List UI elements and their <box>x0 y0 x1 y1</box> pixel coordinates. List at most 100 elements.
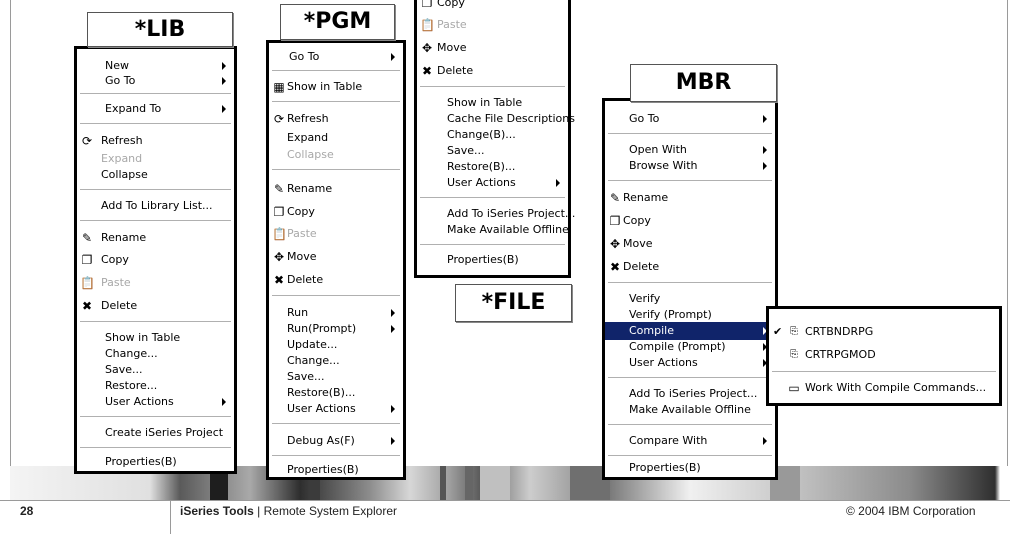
submenu-arrow-icon <box>763 162 767 170</box>
menu-separator <box>80 447 231 448</box>
file-menu-properties[interactable]: Properties(B) <box>417 251 568 269</box>
lib-context-menu: New Go To Expand To ⟳ Refresh Expand Coll… <box>74 46 237 474</box>
mbr-browse-with-label: Browse With <box>629 159 698 172</box>
compile-submenu: ✔ ⎘ CRTBNDRPG ⎘ CRTRPGMOD ▭ Work With Co… <box>766 306 1002 406</box>
file-menu-delete[interactable]: ✖ Delete <box>417 62 568 80</box>
mbr-menu-offline[interactable]: Make Available Offline <box>605 401 775 419</box>
mbr-menu-move[interactable]: ✥ Move <box>605 235 775 253</box>
submenu-arrow-icon <box>222 398 226 406</box>
move-icon: ✥ <box>273 250 285 264</box>
mbr-menu-browse-with[interactable]: Browse With <box>605 157 775 175</box>
menu-separator <box>420 197 565 198</box>
lib-delete-label: Delete <box>101 299 138 312</box>
pgm-menu-rename[interactable]: ✎ Rename <box>269 180 403 198</box>
pgm-menu-move[interactable]: ✥ Move <box>269 248 403 266</box>
lib-menu-rename[interactable]: ✎ Rename <box>77 229 234 247</box>
pgm-debug-as-label: Debug As(F) <box>287 434 355 447</box>
pgm-menu-user-actions[interactable]: User Actions <box>269 400 403 418</box>
pgm-rename-label: Rename <box>287 182 333 195</box>
submenu-work-with-compile[interactable]: ▭ Work With Compile Commands... <box>769 379 999 397</box>
mbr-menu-compare-with[interactable]: Compare With <box>605 432 775 450</box>
file-paste-label: Paste <box>437 18 467 31</box>
pgm-menu-delete[interactable]: ✖ Delete <box>269 271 403 289</box>
pgm-menu-expand[interactable]: Expand <box>269 129 403 147</box>
lib-add-to-library-list-label: Add To Library List... <box>101 199 213 212</box>
mbr-offline-label: Make Available Offline <box>629 403 751 416</box>
lib-menu-properties[interactable]: Properties(B) <box>77 453 234 471</box>
file-offline-label: Make Available Offline <box>447 223 569 236</box>
lib-copy-label: Copy <box>101 253 129 266</box>
move-icon: ✥ <box>421 41 433 55</box>
menu-separator <box>608 282 772 283</box>
pgm-menu-collapse[interactable]: Collapse <box>269 146 403 164</box>
lib-menu-refresh[interactable]: ⟳ Refresh <box>77 132 234 150</box>
pgm-menu-refresh[interactable]: ⟳ Refresh <box>269 110 403 128</box>
menu-separator <box>608 455 772 456</box>
lib-menu-create-project[interactable]: Create iSeries Project <box>77 424 234 442</box>
menu-separator <box>80 321 231 322</box>
mbr-menu-rename[interactable]: ✎ Rename <box>605 189 775 207</box>
lib-collapse-label: Collapse <box>101 168 148 181</box>
slide-left-rule <box>10 0 11 500</box>
rename-icon: ✎ <box>609 191 621 205</box>
mbr-user-actions-label: User Actions <box>629 356 698 369</box>
lib-menu-go-to[interactable]: Go To <box>77 72 234 90</box>
footer-product-rest: | Remote System Explorer <box>257 504 397 518</box>
pgm-menu-paste[interactable]: 📋 Paste <box>269 225 403 243</box>
command-icon: ⎘ <box>790 326 798 337</box>
slide-bottom-rule <box>0 500 1010 501</box>
menu-separator <box>272 169 400 170</box>
paste-icon: 📋 <box>420 18 435 32</box>
file-user-actions-label: User Actions <box>447 176 516 189</box>
file-menu-move[interactable]: ✥ Move <box>417 39 568 57</box>
refresh-icon: ⟳ <box>273 112 285 126</box>
lib-go-to-label: Go To <box>105 74 136 87</box>
mbr-go-to-label: Go To <box>629 112 660 125</box>
menu-separator <box>272 455 400 456</box>
file-copy-label: Copy <box>437 0 465 9</box>
mbr-delete-label: Delete <box>623 260 660 273</box>
delete-icon: ✖ <box>81 299 93 313</box>
pgm-menu-go-to[interactable]: Go To <box>269 48 403 66</box>
lib-menu-paste[interactable]: 📋 Paste <box>77 274 234 292</box>
menu-separator <box>608 180 772 181</box>
pgm-expand-label: Expand <box>287 131 329 144</box>
menu-separator <box>80 123 231 124</box>
submenu-crtbndrpg[interactable]: ✔ ⎘ CRTBNDRPG <box>769 323 999 341</box>
submenu-crtrpgmod[interactable]: ⎘ CRTRPGMOD <box>769 346 999 364</box>
mbr-menu-delete[interactable]: ✖ Delete <box>605 258 775 276</box>
file-menu-copy[interactable]: ❐ Copy <box>417 0 568 12</box>
mbr-label: MBR <box>630 64 777 102</box>
lib-menu-collapse[interactable]: Collapse <box>77 166 234 184</box>
lib-menu-copy[interactable]: ❐ Copy <box>77 251 234 269</box>
lib-menu-add-to-library-list[interactable]: Add To Library List... <box>77 197 234 215</box>
mbr-menu-copy[interactable]: ❐ Copy <box>605 212 775 230</box>
crtbndrpg-label: CRTBNDRPG <box>805 325 874 338</box>
lib-paste-label: Paste <box>101 276 131 289</box>
move-icon: ✥ <box>609 237 621 251</box>
lib-properties-label: Properties(B) <box>105 455 177 468</box>
pgm-delete-label: Delete <box>287 273 324 286</box>
pgm-menu-debug-as[interactable]: Debug As(F) <box>269 432 403 450</box>
lib-menu-delete[interactable]: ✖ Delete <box>77 297 234 315</box>
lib-menu-expand-to[interactable]: Expand To <box>77 100 234 118</box>
menu-separator <box>80 93 231 94</box>
checkmark-icon: ✔ <box>773 325 783 338</box>
submenu-arrow-icon <box>222 62 226 70</box>
mbr-menu-properties[interactable]: Properties(B) <box>605 459 775 477</box>
pgm-menu-properties[interactable]: Properties(B) <box>269 461 403 479</box>
menu-separator <box>772 371 996 372</box>
mbr-move-label: Move <box>623 237 653 250</box>
file-menu-paste[interactable]: 📋 Paste <box>417 16 568 34</box>
pgm-move-label: Move <box>287 250 317 263</box>
file-delete-label: Delete <box>437 64 474 77</box>
lib-menu-user-actions[interactable]: User Actions <box>77 393 234 411</box>
mbr-menu-user-actions[interactable]: User Actions <box>605 354 775 372</box>
pgm-menu-show-in-table[interactable]: ▦ Show in Table <box>269 78 403 96</box>
mbr-menu-go-to[interactable]: Go To <box>605 110 775 128</box>
lib-user-actions-label: User Actions <box>105 395 174 408</box>
file-menu-user-actions[interactable]: User Actions <box>417 174 568 192</box>
file-menu-offline[interactable]: Make Available Offline <box>417 221 569 239</box>
window-icon: ▭ <box>788 381 800 395</box>
pgm-menu-copy[interactable]: ❐ Copy <box>269 203 403 221</box>
